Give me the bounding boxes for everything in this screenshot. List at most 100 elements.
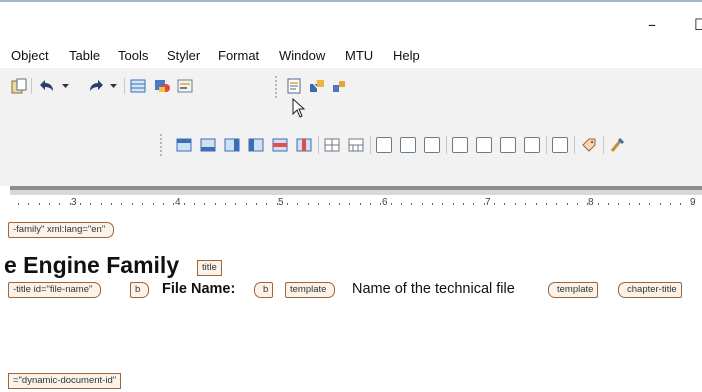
file-name-value[interactable]: Name of the technical file [352,281,515,297]
align-top-icon[interactable] [376,137,392,153]
xml-tag-b-open[interactable]: b [130,282,150,298]
ruler-tick [525,203,526,205]
ruler-tick [660,203,661,205]
ruler-tick [453,203,454,205]
toolbar-separator [603,136,604,154]
menu-object[interactable]: Object [11,48,49,63]
ruler-tick [246,203,247,205]
ruler-tick [536,203,537,205]
toolbar-separator [318,136,319,154]
align-center-icon[interactable] [476,137,492,153]
align-middle-icon[interactable] [400,137,416,153]
tag-edit-icon[interactable] [581,137,597,153]
ruler-tick [132,203,133,205]
transform-icon[interactable] [309,78,325,94]
ruler-tick [287,203,288,205]
ruler-tick [556,203,557,205]
ruler-tick [401,203,402,205]
ruler-tick [173,203,174,205]
toolbar-separator [546,136,547,154]
ruler-tick [587,203,588,205]
ruler-tick [70,203,71,205]
toolbar-separator [160,134,162,156]
ruler: 3 4 5 6 7 8 9 [10,195,702,213]
ruler-tick [80,203,81,205]
toolbar-separator [124,78,125,94]
redo-dropdown-icon[interactable] [110,84,117,88]
insert-column-left-icon[interactable] [224,137,240,153]
format-painter-icon[interactable] [609,137,625,153]
ruler-tick [59,203,60,205]
undo-icon[interactable] [40,79,56,93]
ruler-tick [504,203,505,205]
xml-tag-template-open[interactable]: template [285,282,336,298]
document-heading[interactable]: e Engine Family [4,252,179,279]
ruler-tick [121,203,122,205]
maximize-button[interactable]: ☐ [694,15,702,34]
table-icon[interactable] [130,79,146,93]
list-icon[interactable] [177,79,193,93]
align-right-icon[interactable] [500,137,516,153]
title-bar: – ☐ [0,0,702,44]
ruler-number: 5 [278,197,284,208]
ruler-tick [153,203,154,205]
ruler-tick [339,203,340,205]
xml-tag-b-close[interactable]: b [254,282,274,298]
document-area[interactable] [0,212,702,392]
ruler-number: 7 [485,197,491,208]
ruler-number: 4 [175,197,181,208]
xml-tag-dynamic-document-id[interactable]: ="dynamic-document-id" [8,373,122,389]
toolbar-separator [574,136,575,154]
menu-bar: Object Table Tools Styler Format Window … [0,44,702,68]
xml-tag-title-id-open[interactable]: -title id="file-name" [8,282,102,298]
paste-icon[interactable] [11,78,27,94]
ruler-tick [411,203,412,205]
delete-row-icon[interactable] [272,137,288,153]
document-icon[interactable] [287,78,301,94]
file-name-label[interactable]: File Name: [162,281,235,297]
justify-icon[interactable] [524,137,540,153]
ruler-tick [670,203,671,205]
ruler-tick [39,203,40,205]
menu-tools[interactable]: Tools [118,48,148,63]
ruler-tick [329,203,330,205]
menu-help[interactable]: Help [393,48,420,63]
ruler-tick [463,203,464,205]
xml-tag-title-close[interactable]: title [197,260,222,276]
undo-dropdown-icon[interactable] [62,84,69,88]
ruler-tick [577,203,578,205]
minimize-button[interactable]: – [648,15,656,34]
xml-tag-family-open[interactable]: -family" xml:lang="en" [8,222,115,238]
split-cell-icon[interactable] [324,137,340,153]
transform-link-icon[interactable] [331,78,347,94]
menu-window[interactable]: Window [279,48,325,63]
xml-tag-template-close[interactable]: template [548,282,599,298]
ruler-tick [360,203,361,205]
insert-row-below-icon[interactable] [200,137,216,153]
ruler-tick [28,203,29,205]
redo-icon[interactable] [87,79,103,93]
xml-tag-chapter-title-close[interactable]: chapter-title [618,282,682,298]
insert-column-right-icon[interactable] [248,137,264,153]
merge-cell-icon[interactable] [348,137,364,153]
ruler-tick [380,203,381,205]
menu-styler[interactable]: Styler [167,48,200,63]
ruler-tick [649,203,650,205]
ruler-tick [494,203,495,205]
ruler-tick [184,203,185,205]
ruler-tick [142,203,143,205]
align-bottom-icon[interactable] [424,137,440,153]
indent-icon[interactable] [552,137,568,153]
insert-row-above-icon[interactable] [176,137,192,153]
align-left-icon[interactable] [452,137,468,153]
mouse-cursor-icon [292,98,306,118]
ruler-tick [473,203,474,205]
menu-format[interactable]: Format [218,48,259,63]
ruler-tick [608,203,609,205]
menu-table[interactable]: Table [69,48,100,63]
tag-icon[interactable] [153,78,171,94]
delete-column-icon[interactable] [296,137,312,153]
ruler-tick [598,203,599,205]
ruler-tick [101,203,102,205]
menu-mtu[interactable]: MTU [345,48,373,63]
